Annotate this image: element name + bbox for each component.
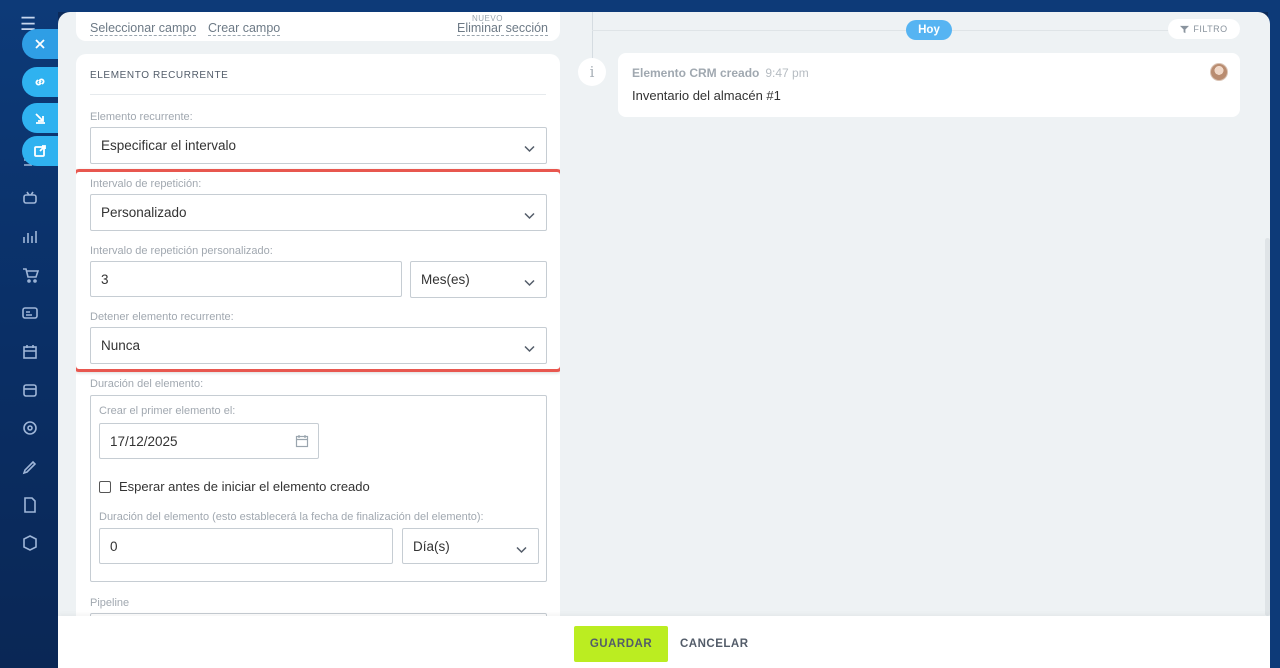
footer-bar: GUARDAR CANCELAR xyxy=(58,616,1270,668)
today-badge: Hoy xyxy=(906,20,952,40)
custom-interval-unit-value: Mes(es) xyxy=(421,272,470,287)
select-field-link[interactable]: Seleccionar campo xyxy=(90,22,197,36)
event-time: 9:47 pm xyxy=(765,66,809,80)
app-top-bar xyxy=(58,0,1280,12)
copy-link-button[interactable] xyxy=(22,67,58,97)
first-element-label: Crear el primer elemento el: xyxy=(99,405,236,417)
create-field-link[interactable]: Crear campo xyxy=(208,22,281,36)
chevron-down-icon xyxy=(516,542,527,554)
stop-recurring-value: Nunca xyxy=(101,338,141,353)
filter-button[interactable]: FILTRO xyxy=(1168,19,1240,39)
document-edit-icon[interactable] xyxy=(18,493,42,517)
recurring-select-value: Especificar el intervalo xyxy=(101,138,237,153)
scrollbar[interactable] xyxy=(1265,238,1270,616)
close-icon xyxy=(35,39,45,49)
duration-number-input[interactable]: 0 xyxy=(99,528,393,564)
calendar-icon[interactable] xyxy=(295,434,309,448)
filter-icon xyxy=(1180,25,1190,33)
section-divider xyxy=(90,94,546,95)
wait-label: Esperar antes de iniciar el elemento cre… xyxy=(119,479,370,494)
interval-select[interactable]: Personalizado xyxy=(90,194,547,231)
pen-icon[interactable] xyxy=(18,455,42,479)
duration-unit-select[interactable]: Día(s) xyxy=(402,528,539,564)
wait-checkbox[interactable] xyxy=(99,480,111,493)
avatar[interactable] xyxy=(1210,63,1228,81)
close-slider-button[interactable] xyxy=(22,29,58,59)
editor-column: Seleccionar campo Crear campo NUEVO Elim… xyxy=(76,12,560,616)
event-title: Elemento CRM creado 9:47 pm xyxy=(632,66,809,80)
previous-section-card: Seleccionar campo Crear campo NUEVO Elim… xyxy=(76,12,560,41)
duration-detail-label: Duración del elemento (esto establecerá … xyxy=(99,511,484,523)
interval-label: Intervalo de repetición: xyxy=(90,178,202,190)
box-icon[interactable] xyxy=(18,531,42,555)
save-button[interactable]: GUARDAR xyxy=(574,626,668,662)
chevron-down-icon xyxy=(524,141,535,153)
timeline-event-card[interactable]: Elemento CRM creado 9:47 pm Inventario de… xyxy=(618,53,1240,117)
custom-interval-input[interactable]: 3 xyxy=(90,261,402,297)
download-button[interactable] xyxy=(22,103,58,133)
cancel-button[interactable]: CANCELAR xyxy=(680,626,749,662)
entity-slider-panel: Seleccionar campo Crear campo NUEVO Elim… xyxy=(58,12,1270,668)
stop-recurring-select[interactable]: Nunca xyxy=(90,327,547,364)
first-element-date-input[interactable]: 17/12/2025 xyxy=(99,423,319,459)
interval-select-value: Personalizado xyxy=(101,205,187,220)
stop-recurring-label: Detener elemento recurrente: xyxy=(90,311,234,323)
duration-unit-value: Día(s) xyxy=(413,538,450,554)
archive-icon[interactable] xyxy=(18,378,42,402)
link-icon xyxy=(35,78,45,86)
target-icon[interactable] xyxy=(18,416,42,440)
delete-section-link[interactable]: Eliminar sección xyxy=(457,22,549,36)
app-sidebar: ☰ xyxy=(0,0,58,668)
recurring-select[interactable]: Especificar el intervalo xyxy=(90,127,547,164)
external-link-icon xyxy=(34,145,46,157)
download-icon xyxy=(35,113,45,124)
info-icon: i xyxy=(578,58,606,86)
custom-interval-unit-select[interactable]: Mes(es) xyxy=(410,261,547,298)
contact-card-icon[interactable] xyxy=(18,301,42,325)
robot-icon[interactable] xyxy=(18,186,42,210)
chevron-down-icon xyxy=(524,208,535,220)
custom-interval-label: Intervalo de repetición personalizado: xyxy=(90,245,273,257)
filter-label: FILTRO xyxy=(1193,24,1228,34)
pipeline-label: Pipeline xyxy=(90,597,130,609)
recurring-section-card: ELEMENTO RECURRENTE Elemento recurrente:… xyxy=(76,54,560,616)
calendar-nav-icon[interactable] xyxy=(18,340,42,364)
cart-icon[interactable] xyxy=(18,263,42,287)
event-title-text: Elemento CRM creado xyxy=(632,66,760,80)
event-body[interactable]: Inventario del almacén #1 xyxy=(632,88,781,103)
recurring-label: Elemento recurrente: xyxy=(90,111,193,123)
chevron-down-icon xyxy=(524,341,535,353)
duration-box: Crear el primer elemento el: 17/12/2025 … xyxy=(90,395,547,582)
section-title: ELEMENTO RECURRENTE xyxy=(90,70,229,81)
duration-label: Duración del elemento: xyxy=(90,378,204,390)
duration-number-value: 0 xyxy=(110,538,118,554)
timeline-column: Hoy FILTRO i Elemento CRM creado 9:47 pm … xyxy=(578,12,1270,616)
first-element-date-value: 17/12/2025 xyxy=(110,433,178,449)
custom-interval-value: 3 xyxy=(101,271,109,287)
chart-icon[interactable] xyxy=(18,225,42,249)
open-new-window-button[interactable] xyxy=(22,136,58,166)
chevron-down-icon xyxy=(524,275,535,287)
wait-before-start-row[interactable]: Esperar antes de iniciar el elemento cre… xyxy=(99,479,370,494)
